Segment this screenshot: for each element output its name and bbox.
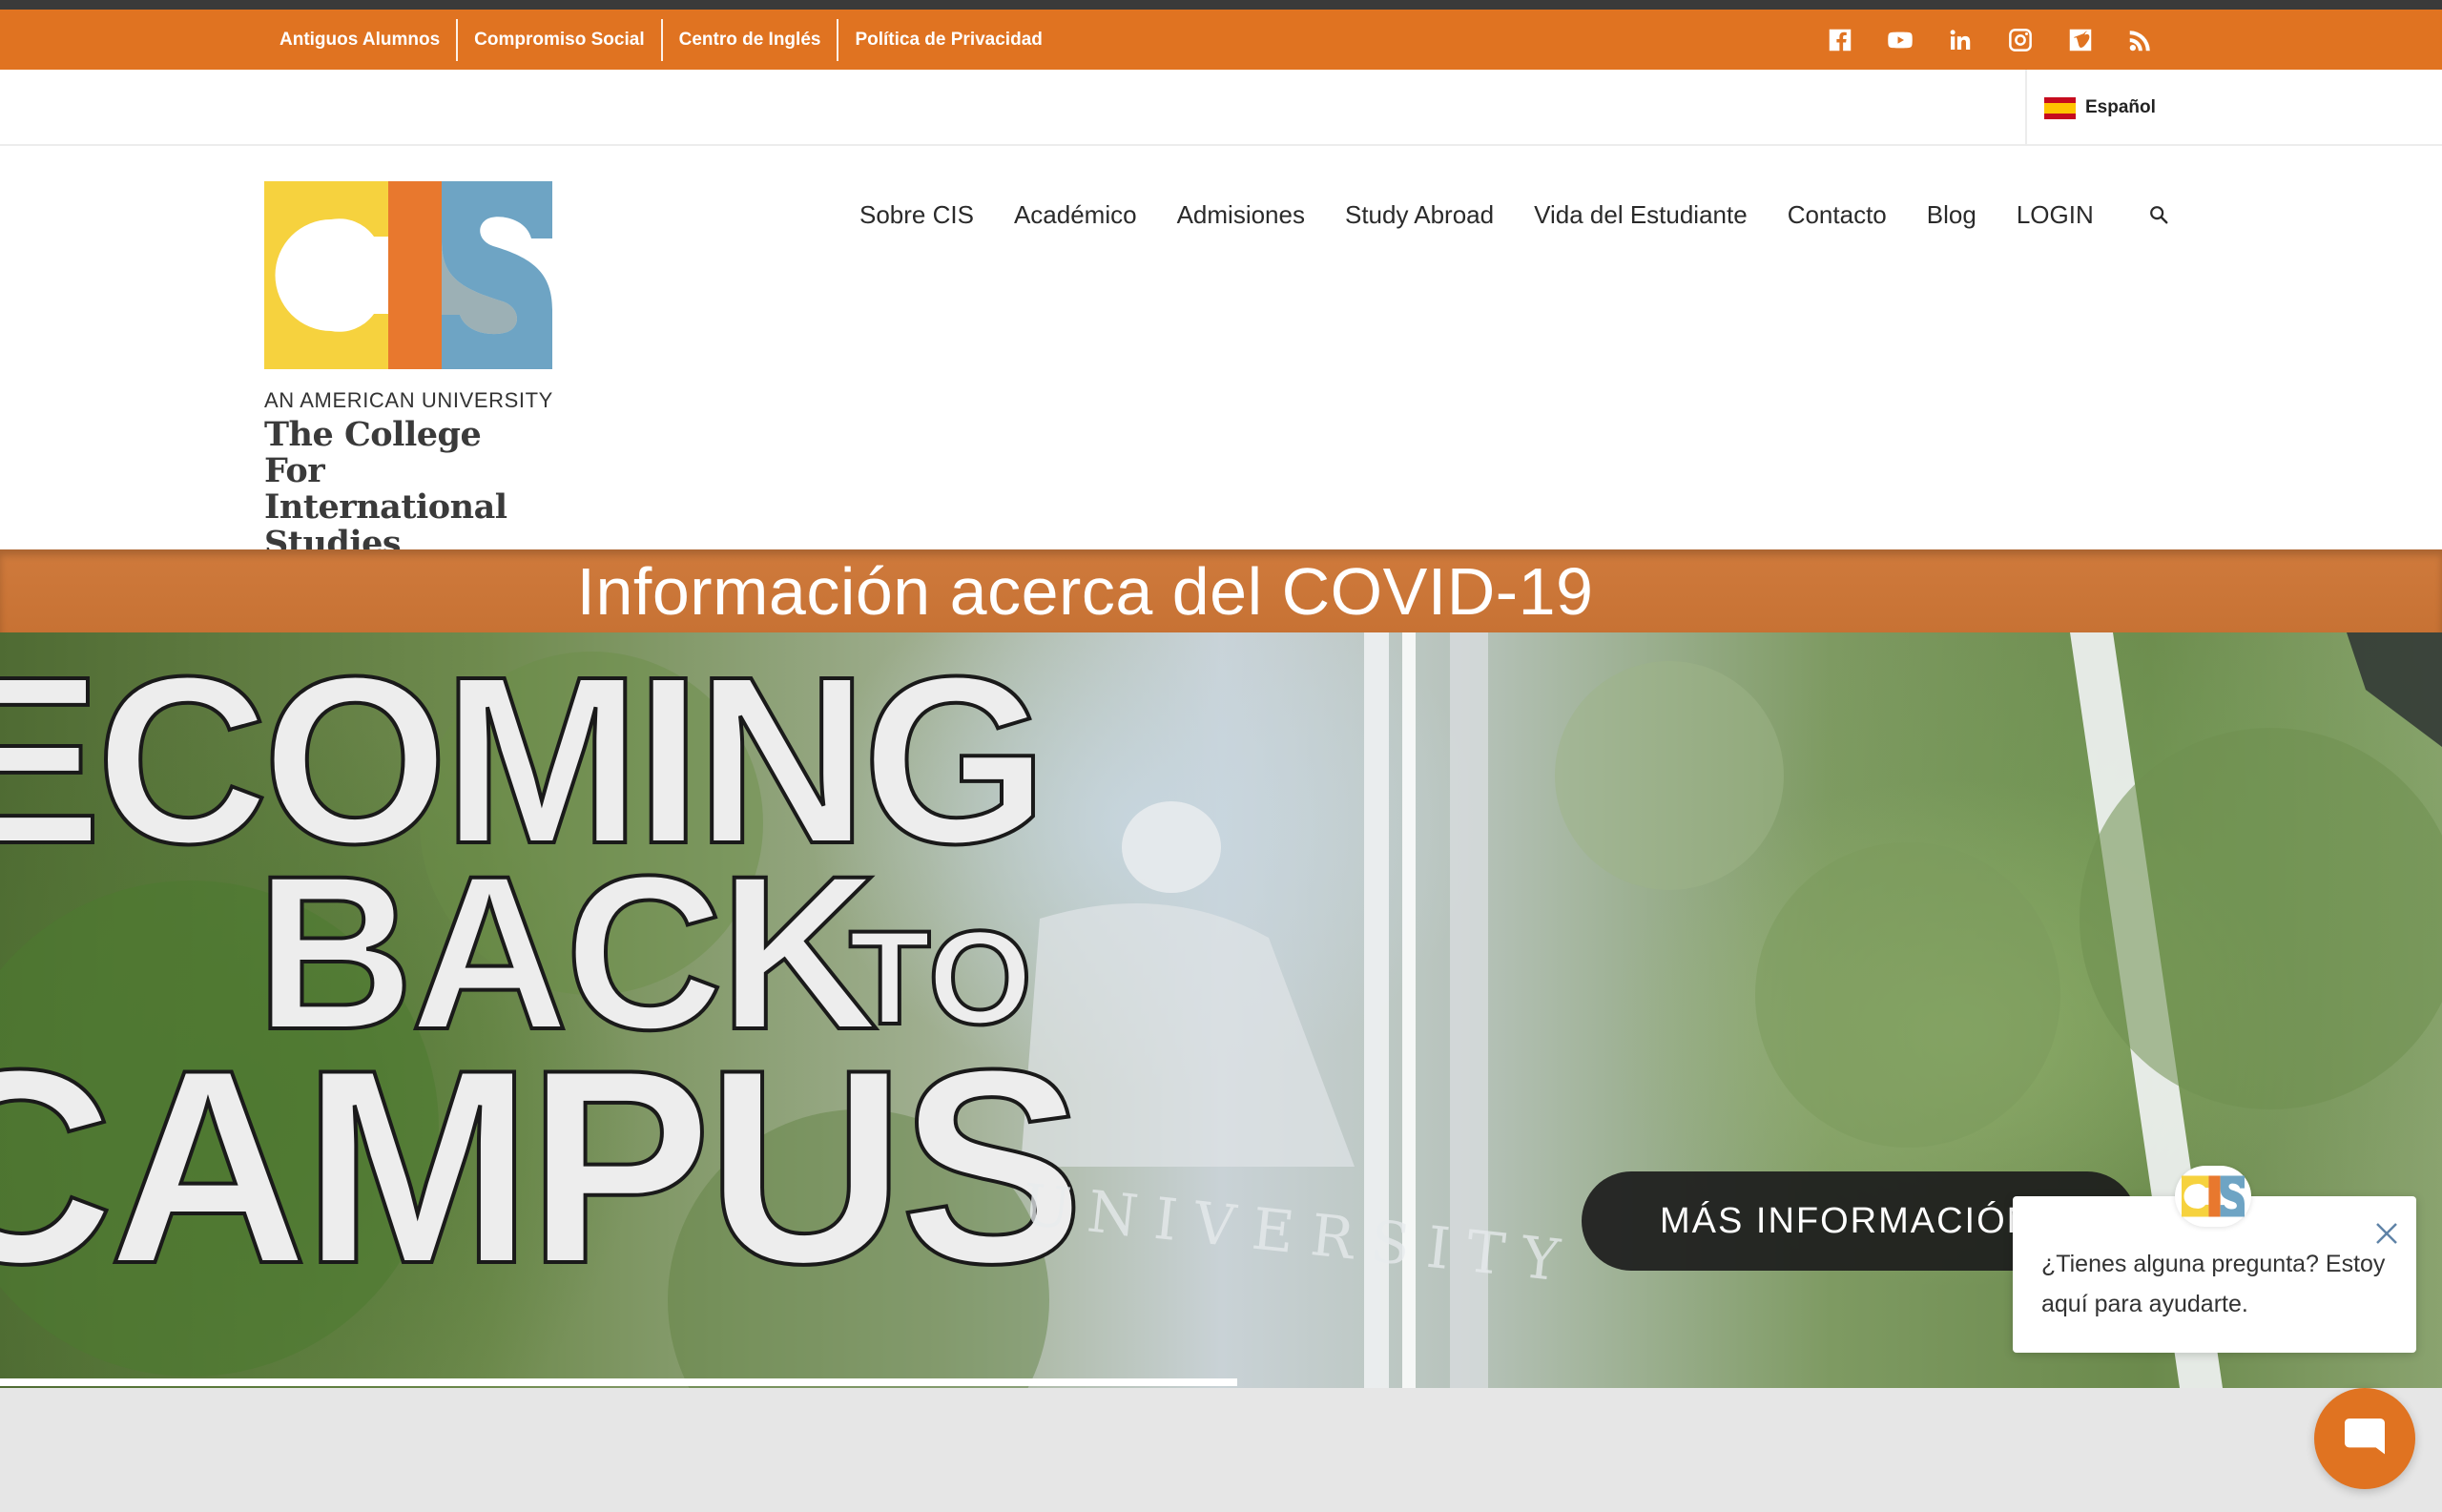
spain-flag-icon [2044, 96, 2076, 119]
nav-item-study-abroad[interactable]: Study Abroad [1325, 200, 1514, 230]
chat-launcher-button[interactable] [2314, 1388, 2415, 1489]
logo-name-line: The College [264, 415, 482, 454]
social-links [1824, 10, 2156, 70]
linkedin-icon[interactable] [1944, 24, 1976, 55]
site-header: AN AMERICAN UNIVERSITY The College For I… [0, 146, 2442, 562]
mas-informacion-label: MÁS INFORMACIÓN [1660, 1200, 2036, 1241]
svg-text:UNIVERSITY: UNIVERSITY [1019, 1171, 1580, 1296]
nav-item-contacto[interactable]: Contacto [1768, 200, 1907, 230]
cis-logo-small-icon [2182, 1175, 2245, 1217]
cis-logo[interactable]: AN AMERICAN UNIVERSITY The College For I… [264, 181, 554, 562]
top-utility-bar: Antiguos Alumnos Compromiso Social Centr… [0, 10, 2442, 70]
top-link-separator [660, 18, 663, 61]
main-nav: Sobre CIS Académico Admisiones Study Abr… [839, 196, 2173, 234]
slider-progress-bar [0, 1378, 1237, 1386]
cis-logo-mark [264, 181, 552, 369]
nav-item-sobre-cis[interactable]: Sobre CIS [839, 200, 994, 230]
logo-name: The College For International Studies [264, 417, 554, 562]
instagram-icon[interactable] [2004, 24, 2036, 55]
chat-icon [2345, 1419, 2385, 1455]
nav-item-vida-del-estudiante[interactable]: Vida del Estudiante [1514, 200, 1768, 230]
vimeo-icon[interactable] [2064, 24, 2096, 55]
chat-avatar [2175, 1166, 2251, 1227]
language-selector[interactable]: Español [2025, 70, 2168, 146]
nav-item-blog[interactable]: Blog [1907, 200, 1997, 230]
chat-message: ¿Tienes alguna pregunta? Estoy aquí para… [2041, 1251, 2386, 1317]
top-link-politica-de-privacidad[interactable]: Política de Privacidad [838, 19, 1058, 61]
hero-line-campus: CAMPUS [0, 1012, 1079, 1321]
search-icon[interactable] [2144, 200, 2173, 229]
nav-item-login[interactable]: LOGIN [1997, 200, 2114, 230]
window-top-strip [0, 0, 2442, 10]
facebook-icon[interactable] [1824, 24, 1855, 55]
nav-item-admisiones[interactable]: Admisiones [1157, 200, 1325, 230]
top-link-centro-de-ingles[interactable]: Centro de Inglés [663, 19, 838, 61]
top-link-compromiso-social[interactable]: Compromiso Social [458, 19, 660, 61]
youtube-icon[interactable] [1884, 24, 1915, 55]
language-bar: Español [0, 70, 2442, 146]
top-links: Antiguos Alumnos Compromiso Social Centr… [263, 10, 1059, 70]
logo-subtitle: AN AMERICAN UNIVERSITY [264, 388, 553, 412]
top-link-separator [837, 18, 839, 61]
close-icon[interactable] [2372, 1219, 2401, 1248]
logo-name-line: For International [264, 451, 507, 527]
content-area [0, 1388, 2442, 1512]
nav-item-academico[interactable]: Académico [994, 200, 1157, 230]
covid-info-banner[interactable]: Información acerca del COVID-19 [0, 549, 2442, 632]
covid-banner-text: Información acerca del COVID-19 [576, 553, 1594, 629]
rss-icon[interactable] [2124, 24, 2156, 55]
top-link-separator [456, 18, 459, 61]
top-link-antiguos-alumnos[interactable]: Antiguos Alumnos [263, 19, 456, 61]
language-label: Español [2085, 97, 2156, 117]
